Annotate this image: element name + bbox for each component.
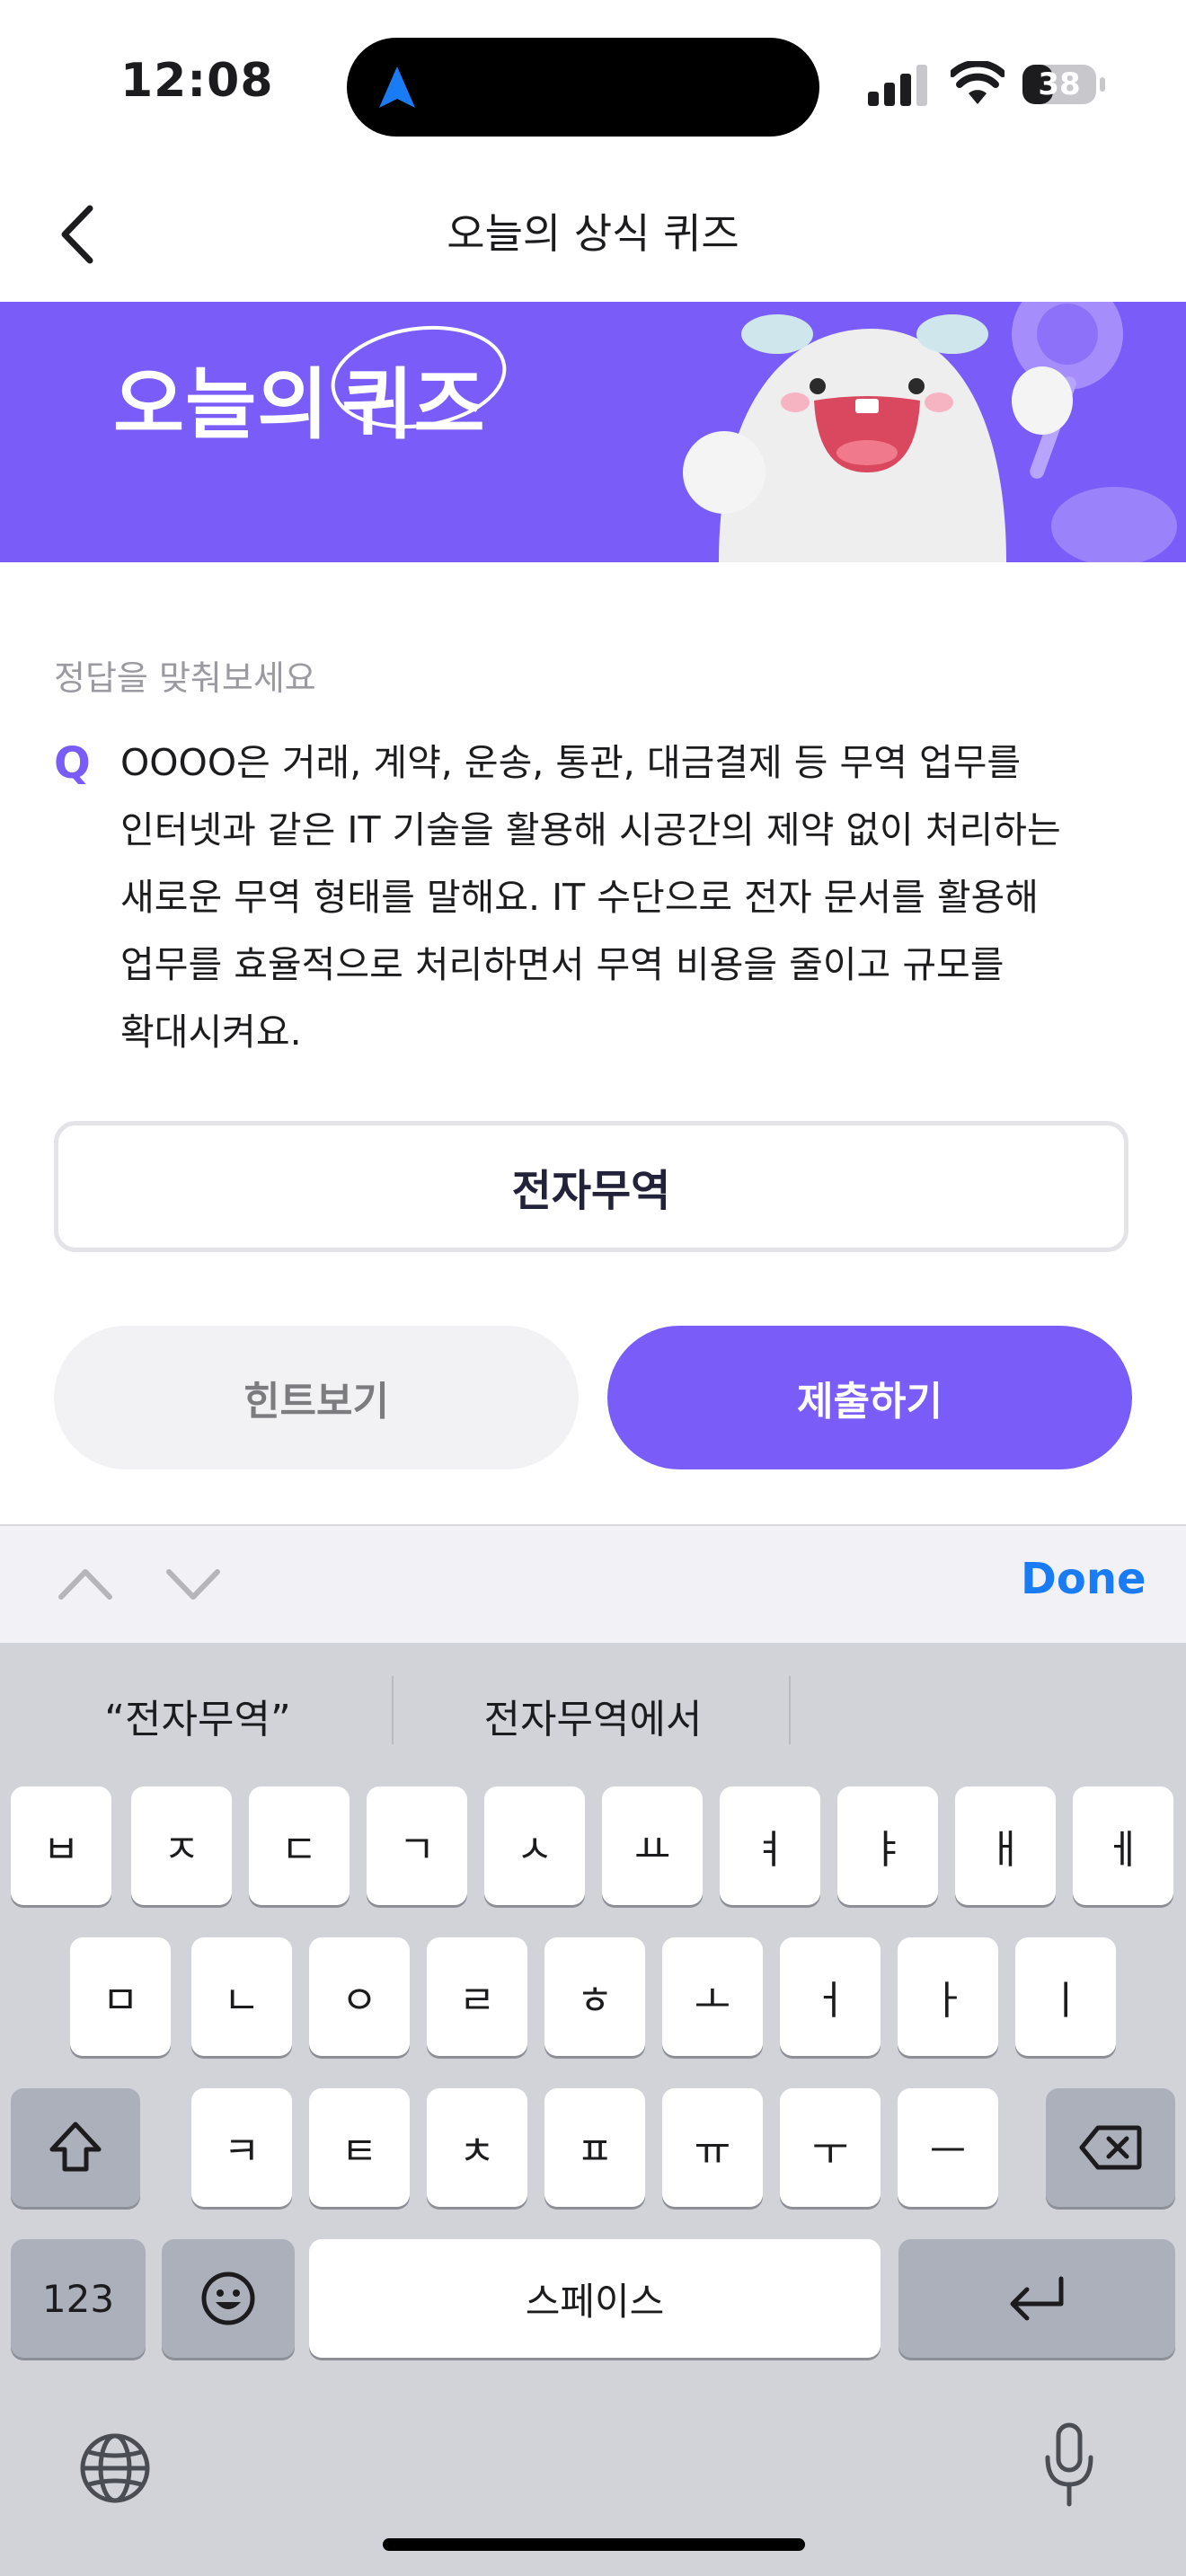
backspace-key[interactable] — [1046, 2088, 1175, 2207]
battery-level: 38 — [1038, 66, 1081, 102]
banner-oval-decoration — [331, 325, 507, 429]
battery-indicator: 38 — [1021, 61, 1107, 108]
return-icon — [1010, 2276, 1064, 2321]
key[interactable]: ㅕ — [720, 1786, 820, 1905]
numbers-key[interactable]: 123 — [11, 2239, 146, 2358]
submit-button[interactable]: 제출하기 — [607, 1326, 1132, 1469]
key[interactable]: ㄷ — [249, 1786, 350, 1905]
banner-title-prefix: 오늘의 — [113, 360, 330, 450]
suggestion-divider — [789, 1676, 791, 1744]
key[interactable]: ㅛ — [602, 1786, 703, 1905]
key[interactable]: ㄴ — [191, 1937, 292, 2056]
answer-input-value[interactable]: 전자무역 — [58, 1125, 1124, 1248]
key[interactable]: ㅔ — [1073, 1786, 1173, 1905]
home-indicator — [383, 2538, 805, 2551]
key[interactable]: ㅑ — [837, 1786, 938, 1905]
status-time: 12:08 — [120, 54, 274, 108]
key[interactable]: ㅎ — [544, 1937, 645, 2056]
key[interactable]: ㅜ — [780, 2088, 881, 2207]
key[interactable]: ㅈ — [131, 1786, 232, 1905]
wifi-icon — [951, 61, 1005, 104]
key[interactable]: ㅌ — [309, 2088, 410, 2207]
page-title: 오늘의 상식 퀴즈 — [447, 209, 739, 258]
key[interactable]: ㅡ — [898, 2088, 998, 2207]
key[interactable]: ㅍ — [544, 2088, 645, 2207]
key[interactable]: ㅗ — [662, 1937, 763, 2056]
key[interactable]: ㅇ — [309, 1937, 410, 2056]
done-button[interactable]: Done — [1021, 1554, 1146, 1604]
shift-icon — [49, 2122, 102, 2172]
hint-button[interactable]: 힌트보기 — [54, 1326, 579, 1469]
backspace-icon — [1079, 2125, 1142, 2170]
suggestion-quoted[interactable]: “전자무역” — [54, 1687, 341, 1744]
cellular-signal-icon — [868, 65, 927, 106]
globe-icon[interactable] — [77, 2430, 153, 2506]
key[interactable]: ㅅ — [484, 1786, 585, 1905]
return-key[interactable] — [898, 2239, 1175, 2358]
next-field-chevron-down-icon[interactable] — [162, 1561, 225, 1606]
key[interactable]: ㅊ — [427, 2088, 527, 2207]
key[interactable]: ㅠ — [662, 2088, 763, 2207]
key[interactable]: ㄹ — [427, 1937, 527, 2056]
location-arrow-icon — [379, 66, 415, 108]
microphone-icon[interactable] — [1042, 2422, 1096, 2511]
key[interactable]: ㅁ — [70, 1937, 171, 2056]
key[interactable]: ㅏ — [898, 1937, 998, 2056]
emoji-icon — [201, 2272, 255, 2325]
key[interactable]: ㅂ — [11, 1786, 111, 1905]
suggestion-divider — [392, 1676, 394, 1744]
previous-field-chevron-up-icon[interactable] — [54, 1561, 117, 1606]
emoji-key[interactable] — [162, 2239, 295, 2358]
dynamic-island — [347, 38, 819, 137]
mascot-illustration — [683, 302, 1177, 562]
question-text: OOOO은 거래, 계약, 운송, 통관, 대금결제 등 무역 업무를 인터넷과… — [120, 741, 1061, 1054]
shift-key[interactable] — [11, 2088, 140, 2207]
space-key[interactable]: 스페이스 — [309, 2239, 881, 2358]
question-marker: Q — [54, 738, 91, 789]
key[interactable]: ㄱ — [367, 1786, 467, 1905]
quiz-instruction: 정답을 맞춰보세요 — [54, 658, 316, 698]
key[interactable]: ㅣ — [1015, 1937, 1116, 2056]
key[interactable]: ㅐ — [955, 1786, 1056, 1905]
key[interactable]: ㅓ — [780, 1937, 881, 2056]
answer-input[interactable]: 전자무역 — [54, 1121, 1128, 1252]
suggestion-item[interactable]: 전자무역에서 — [431, 1687, 755, 1744]
key[interactable]: ㅋ — [191, 2088, 292, 2207]
